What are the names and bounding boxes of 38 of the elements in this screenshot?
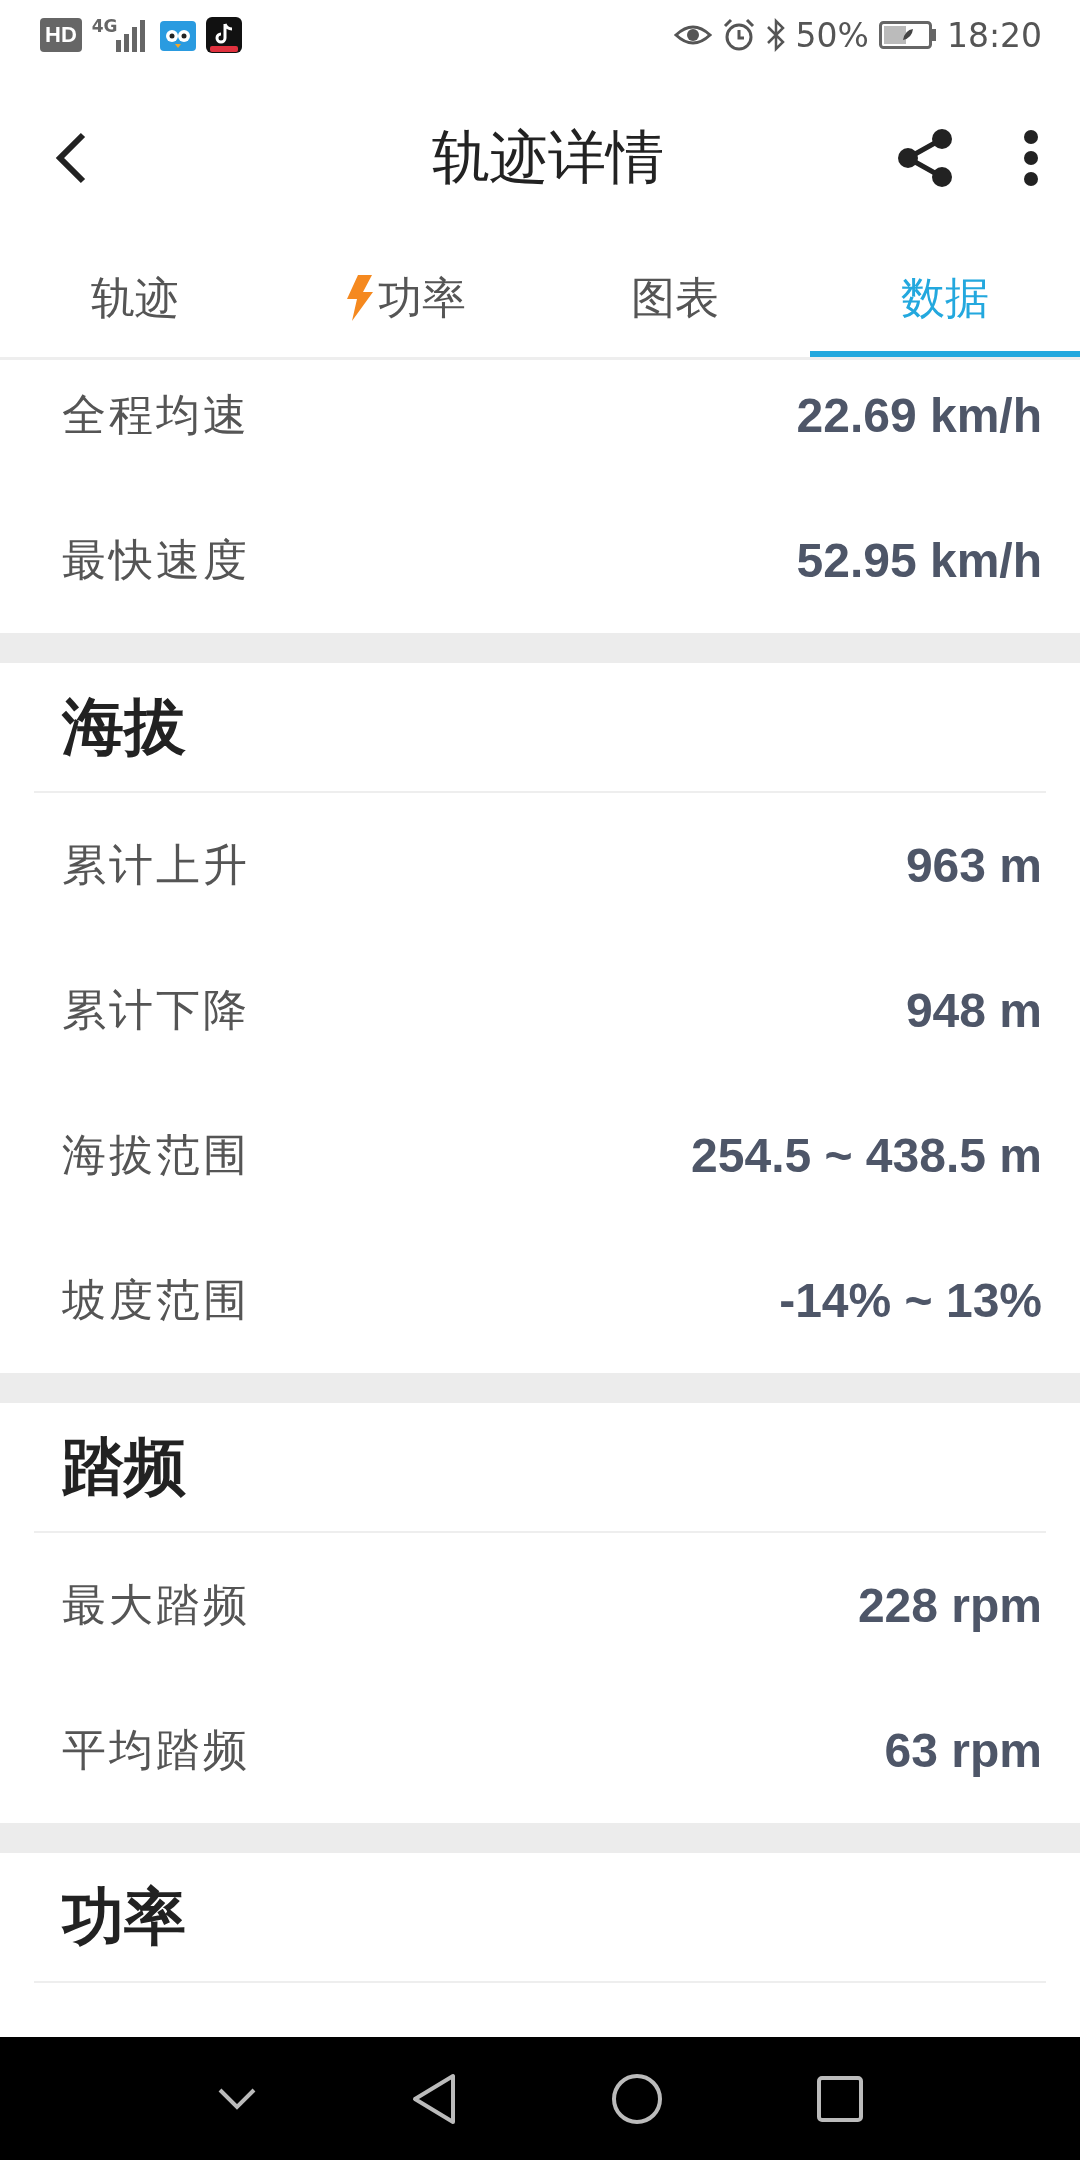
stat-value: 254.5 ~ 438.5 m [691,1128,1042,1183]
stat-label: 最大踏频 [62,1578,250,1632]
hd-badge: HD [40,18,82,52]
alarm-icon [721,18,756,52]
stat-label: 坡度范围 [62,1273,250,1327]
stat-label: 累计上升 [62,838,250,892]
back-icon[interactable] [55,131,87,184]
stat-value: 22.69 km/h [796,388,1042,443]
page-title: 轨迹详情 [431,121,664,193]
battery-icon [878,21,937,49]
tab[interactable]: 图表 [540,245,810,357]
stat-value: -14% ~ 13% [779,1273,1042,1328]
lightning-icon [344,275,374,321]
stat-value: 63 rpm [884,1723,1042,1778]
stat-value: 52.95 km/h [796,533,1042,588]
app-icon [205,17,242,53]
home-icon[interactable] [611,2072,663,2125]
stat-value: 948 m [905,983,1042,1038]
stat-label: 海拔范围 [62,1128,250,1182]
section-heading: 功率 [62,1879,186,1955]
tab[interactable]: 轨迹 [0,245,270,357]
stat-value: 963 m [905,838,1042,893]
more-icon[interactable] [1022,128,1040,187]
collapse-icon[interactable] [217,2086,257,2111]
section-heading: 踏频 [62,1429,186,1505]
back-icon[interactable] [411,2072,457,2125]
recents-icon[interactable] [817,2075,863,2122]
tab[interactable]: 功率 [270,245,540,357]
bluetooth-icon [765,18,786,52]
stat-label: 平均踏频 [62,1723,250,1777]
stat-label: 累计下降 [62,983,250,1037]
stat-label: 最快速度 [62,533,250,587]
network-type: 4G [91,16,118,36]
clock-time: 18:20 [946,15,1042,55]
section-heading: 海拔 [62,689,186,765]
stat-label: 全程均速 [62,388,250,442]
stat-value: 228 rpm [857,1578,1042,1633]
battery-percent: 50% [795,15,869,55]
